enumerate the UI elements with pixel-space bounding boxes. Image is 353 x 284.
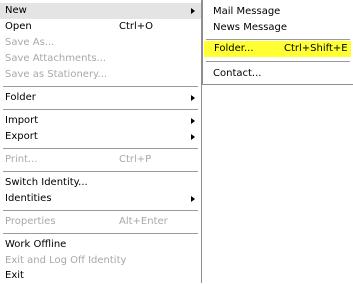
menu-item-label: Identities [5, 193, 52, 204]
menu-item-export[interactable]: Export [0, 129, 201, 145]
submenu-item-news-message[interactable]: News Message [203, 20, 353, 36]
menu-item-label: News Message [213, 22, 288, 33]
menu-item-shortcut: Alt+Enter [119, 216, 168, 227]
menu-item-label: New [5, 5, 27, 16]
menu-item-shortcut: Ctrl+P [119, 154, 152, 165]
menu-separator [206, 61, 350, 62]
submenu-arrow-icon [191, 8, 195, 14]
file-menu: New Open Ctrl+O Save As... Save Attachme… [0, 0, 202, 283]
menu-item-label: Export [5, 131, 38, 142]
menu-item-folder[interactable]: Folder [0, 90, 201, 106]
menu-item-shortcut: Ctrl+Shift+E [284, 43, 348, 54]
menu-item-shortcut: Ctrl+O [119, 21, 154, 32]
submenu-arrow-icon [191, 118, 195, 124]
menu-item-label: Print... [5, 154, 38, 165]
menu-separator [3, 109, 198, 110]
menu-item-new[interactable]: New [0, 3, 201, 19]
menu-item-exit[interactable]: Exit [0, 268, 201, 284]
menu-separator [3, 148, 198, 149]
menu-item-label: Exit and Log Off Identity [5, 255, 127, 266]
menu-item-import[interactable]: Import [0, 113, 201, 129]
menu-item-label: Save As... [5, 37, 55, 48]
submenu-arrow-icon [191, 196, 195, 202]
menu-item-save-as: Save As... [0, 35, 201, 51]
submenu-item-folder[interactable]: Folder... Ctrl+Shift+E [204, 41, 351, 57]
submenu-arrow-icon [191, 95, 195, 101]
menu-item-label: Folder [5, 92, 36, 103]
menu-item-save-as-stationery: Save as Stationery... [0, 67, 201, 83]
menu-item-save-attachments: Save Attachments... [0, 51, 201, 67]
menu-item-open[interactable]: Open Ctrl+O [0, 19, 201, 35]
menu-item-label: Properties [5, 216, 56, 227]
new-submenu: Mail Message News Message Folder... Ctrl… [202, 0, 353, 85]
menu-item-label: Import [5, 115, 39, 126]
menu-item-identities[interactable]: Identities [0, 191, 201, 207]
menu-item-print: Print... Ctrl+P [0, 152, 201, 168]
submenu-item-contact[interactable]: Contact... [203, 66, 353, 82]
menu-item-label: Exit [5, 270, 24, 281]
menu-item-label: Folder... [214, 43, 254, 54]
menu-item-label: Work Offline [5, 239, 67, 250]
menu-item-label: Open [5, 21, 32, 32]
menu-item-label: Switch Identity... [5, 177, 88, 188]
menu-item-label: Save as Stationery... [5, 69, 108, 80]
menu-item-label: Save Attachments... [5, 53, 107, 64]
menu-separator [3, 171, 198, 172]
menu-separator [3, 210, 198, 211]
menu-item-properties: Properties Alt+Enter [0, 214, 201, 230]
menu-separator [3, 233, 198, 234]
menu-item-label: Contact... [213, 68, 262, 79]
menu-item-label: Mail Message [213, 6, 281, 17]
submenu-arrow-icon [191, 134, 195, 140]
menu-item-switch-identity[interactable]: Switch Identity... [0, 175, 201, 191]
menu-item-exit-log-off: Exit and Log Off Identity [0, 253, 201, 269]
menu-separator [3, 86, 198, 87]
menu-separator [206, 39, 350, 40]
menu-item-work-offline[interactable]: Work Offline [0, 237, 201, 253]
submenu-item-mail-message[interactable]: Mail Message [203, 4, 353, 20]
